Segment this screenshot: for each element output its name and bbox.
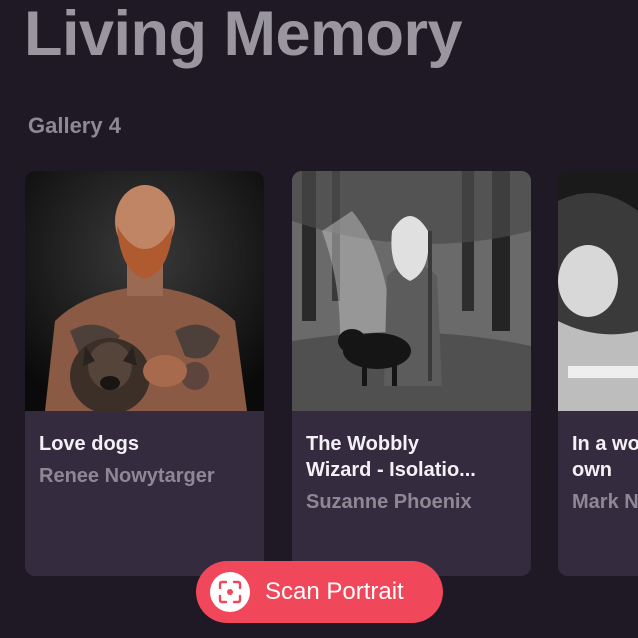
screen: Living Memory Gallery 4 Love dogs Renee … [0,0,638,638]
portrait-card[interactable]: In a wo own Mark N [558,171,638,576]
card-title: Love dogs [39,433,140,455]
portrait-photo [292,171,531,411]
scan-frame-icon [210,572,250,612]
portrait-card[interactable]: Love dogs Renee Nowytarger [25,171,264,576]
card-title: In a wo own [572,433,638,481]
portrait-photo [558,171,638,411]
card-author: Mark N [572,491,638,513]
scan-portrait-label: Scan Portrait [265,578,404,605]
gallery-label: Gallery 4 [28,113,121,138]
page-title: Living Memory [24,0,463,69]
card-title: The Wobbly Wizard - Isolatio... [306,433,476,481]
portrait-card[interactable]: The Wobbly Wizard - Isolatio... Suzanne … [292,171,531,576]
portrait-photo [25,171,264,411]
card-author: Suzanne Phoenix [306,491,472,513]
scan-portrait-button[interactable]: Scan Portrait [196,561,443,623]
card-author: Renee Nowytarger [39,465,215,487]
